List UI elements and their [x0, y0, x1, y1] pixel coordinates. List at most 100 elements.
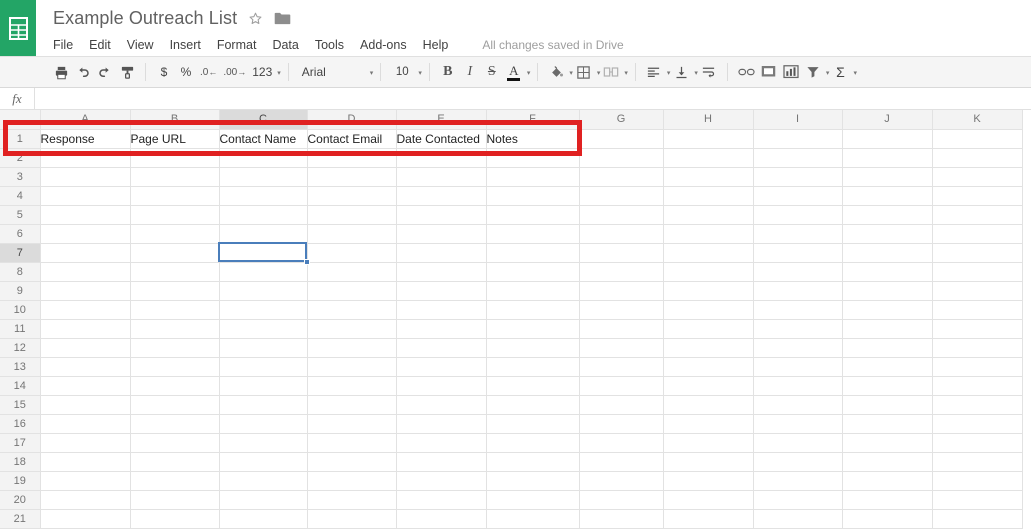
cell-A16[interactable]: [40, 414, 130, 433]
cell-F8[interactable]: [486, 262, 579, 281]
text-wrap-icon[interactable]: [698, 60, 720, 84]
cell-I4[interactable]: [753, 186, 842, 205]
cell-E13[interactable]: [396, 357, 486, 376]
merge-cells-icon[interactable]: [600, 60, 622, 84]
row-header-16[interactable]: 16: [0, 414, 40, 433]
cell-B6[interactable]: [130, 224, 219, 243]
cell-F12[interactable]: [486, 338, 579, 357]
column-header-h[interactable]: H: [663, 110, 753, 129]
cell-J2[interactable]: [842, 148, 932, 167]
vertical-align-icon[interactable]: [670, 60, 692, 84]
cell-C10[interactable]: [219, 300, 307, 319]
cell-G16[interactable]: [579, 414, 663, 433]
cell-J5[interactable]: [842, 205, 932, 224]
cell-F4[interactable]: [486, 186, 579, 205]
row-header-19[interactable]: 19: [0, 471, 40, 490]
cell-C8[interactable]: [219, 262, 307, 281]
cell-K17[interactable]: [932, 433, 1022, 452]
cell-C20[interactable]: [219, 490, 307, 509]
name-box[interactable]: fx: [0, 88, 35, 110]
functions-button[interactable]: Σ: [829, 60, 851, 84]
cell-J8[interactable]: [842, 262, 932, 281]
cell-C3[interactable]: [219, 167, 307, 186]
cell-C21[interactable]: [219, 509, 307, 528]
cell-E20[interactable]: [396, 490, 486, 509]
cell-I13[interactable]: [753, 357, 842, 376]
cell-K11[interactable]: [932, 319, 1022, 338]
cell-E1[interactable]: Date Contacted: [396, 129, 486, 148]
cell-B4[interactable]: [130, 186, 219, 205]
cell-B8[interactable]: [130, 262, 219, 281]
cell-F1[interactable]: Notes: [486, 129, 579, 148]
currency-format-button[interactable]: $: [153, 60, 175, 84]
cell-J18[interactable]: [842, 452, 932, 471]
formula-input[interactable]: [35, 88, 1031, 110]
cell-E16[interactable]: [396, 414, 486, 433]
column-header-a[interactable]: A: [40, 110, 130, 129]
cell-G12[interactable]: [579, 338, 663, 357]
bold-button[interactable]: B: [437, 60, 459, 84]
menu-item-data[interactable]: Data: [272, 36, 306, 54]
cell-J20[interactable]: [842, 490, 932, 509]
row-header-18[interactable]: 18: [0, 452, 40, 471]
cell-B7[interactable]: [130, 243, 219, 262]
cell-A2[interactable]: [40, 148, 130, 167]
cell-E10[interactable]: [396, 300, 486, 319]
font-size-selector[interactable]: 10: [388, 66, 416, 78]
menu-item-edit[interactable]: Edit: [89, 36, 119, 54]
cell-B11[interactable]: [130, 319, 219, 338]
percent-format-button[interactable]: %: [175, 60, 197, 84]
cell-D9[interactable]: [307, 281, 396, 300]
spreadsheet-grid[interactable]: ABCDEFGHIJK 1ResponsePage URLContact Nam…: [0, 110, 1031, 532]
cell-K5[interactable]: [932, 205, 1022, 224]
cell-K2[interactable]: [932, 148, 1022, 167]
cell-K10[interactable]: [932, 300, 1022, 319]
cell-D17[interactable]: [307, 433, 396, 452]
menu-item-addons[interactable]: Add-ons: [360, 36, 415, 54]
cell-D16[interactable]: [307, 414, 396, 433]
cell-I19[interactable]: [753, 471, 842, 490]
cell-J10[interactable]: [842, 300, 932, 319]
star-outline-icon[interactable]: [248, 11, 263, 26]
cell-E7[interactable]: [396, 243, 486, 262]
text-color-button[interactable]: A: [503, 60, 525, 84]
cell-A18[interactable]: [40, 452, 130, 471]
cell-J3[interactable]: [842, 167, 932, 186]
cell-H10[interactable]: [663, 300, 753, 319]
cell-E5[interactable]: [396, 205, 486, 224]
cell-B1[interactable]: Page URL: [130, 129, 219, 148]
row-header-21[interactable]: 21: [0, 509, 40, 528]
cell-I17[interactable]: [753, 433, 842, 452]
cell-I21[interactable]: [753, 509, 842, 528]
redo-icon[interactable]: [94, 60, 116, 84]
cell-K9[interactable]: [932, 281, 1022, 300]
cell-E15[interactable]: [396, 395, 486, 414]
cell-E2[interactable]: [396, 148, 486, 167]
cell-C2[interactable]: [219, 148, 307, 167]
cell-G8[interactable]: [579, 262, 663, 281]
cell-A3[interactable]: [40, 167, 130, 186]
menu-item-view[interactable]: View: [127, 36, 162, 54]
menu-item-file[interactable]: File: [53, 36, 81, 54]
row-header-15[interactable]: 15: [0, 395, 40, 414]
cell-D12[interactable]: [307, 338, 396, 357]
insert-chart-icon[interactable]: [780, 60, 802, 84]
row-header-1[interactable]: 1: [0, 129, 40, 148]
cell-C5[interactable]: [219, 205, 307, 224]
number-format-caret-icon[interactable]: ▾: [277, 69, 281, 77]
cell-H17[interactable]: [663, 433, 753, 452]
cell-D11[interactable]: [307, 319, 396, 338]
cell-E18[interactable]: [396, 452, 486, 471]
cell-G3[interactable]: [579, 167, 663, 186]
cell-F20[interactable]: [486, 490, 579, 509]
menu-item-insert[interactable]: Insert: [170, 36, 209, 54]
link-icon[interactable]: [735, 60, 758, 84]
cell-I3[interactable]: [753, 167, 842, 186]
column-header-b[interactable]: B: [130, 110, 219, 129]
row-header-13[interactable]: 13: [0, 357, 40, 376]
cell-A10[interactable]: [40, 300, 130, 319]
font-family-caret-icon[interactable]: ▾: [370, 69, 374, 77]
menu-item-help[interactable]: Help: [423, 36, 457, 54]
cell-A17[interactable]: [40, 433, 130, 452]
cell-I7[interactable]: [753, 243, 842, 262]
